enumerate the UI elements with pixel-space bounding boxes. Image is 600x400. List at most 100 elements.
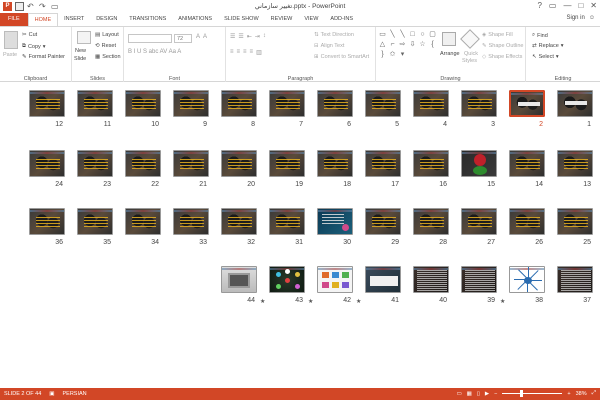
convert-smartart-button[interactable]: ⊞ Convert to SmartArt	[314, 54, 369, 60]
slide-sorter[interactable]: 1 2 3 4 5 6 7 8 9 10 11 12 13 14 15 16 17 18 19 20 21 22 23 24 2…	[0, 82, 600, 388]
arrange-icon[interactable]	[442, 32, 456, 46]
tab-file[interactable]: FILE	[0, 13, 28, 26]
slide-preview[interactable]	[29, 208, 65, 235]
slide-preview[interactable]	[365, 90, 401, 117]
paste-icon[interactable]	[4, 31, 18, 49]
slide-preview[interactable]	[173, 90, 209, 117]
slide-preview[interactable]	[269, 208, 305, 235]
format-painter-button[interactable]: ✎ Format Painter	[22, 54, 65, 60]
font-format-buttons[interactable]: B I U S abc AV Aa A	[128, 49, 181, 55]
rounded-rectangle-shape-icon[interactable]: ▢	[428, 30, 437, 39]
sign-in-link[interactable]: Sign in ☺	[567, 15, 596, 21]
reset-button[interactable]: ⟲ Reset	[95, 43, 116, 49]
cut-button[interactable]: ✂ Cut	[22, 32, 37, 38]
font-size-input[interactable]: 72	[174, 34, 192, 43]
slide-preview[interactable]	[557, 266, 593, 293]
quick-styles-button[interactable]: Quick	[464, 51, 478, 57]
shape-outline-button[interactable]: ✎ Shape Outline	[482, 43, 523, 49]
tab-home[interactable]: HOME	[27, 13, 59, 26]
brace-shape-icon[interactable]: }	[378, 50, 387, 59]
textbox-shape-icon[interactable]: ▭	[378, 30, 387, 39]
close-button[interactable]: ✕	[590, 1, 597, 10]
text-direction-button[interactable]: ⇅ Text Direction	[314, 32, 354, 38]
slide-preview[interactable]	[413, 90, 449, 117]
slide-preview[interactable]	[29, 150, 65, 177]
slide-preview[interactable]	[269, 150, 305, 177]
slide-preview[interactable]	[173, 208, 209, 235]
line-shape-icon[interactable]: ╲	[388, 30, 397, 39]
slide-preview[interactable]	[461, 208, 497, 235]
elbow-shape-icon[interactable]: ⌐	[388, 40, 397, 49]
select-button[interactable]: ↖ Select ▾	[532, 54, 559, 60]
tab-view[interactable]: VIEW	[298, 13, 324, 26]
new-slide-button-line2[interactable]: Slide	[74, 56, 86, 62]
reading-view-icon[interactable]: ▯	[477, 391, 480, 397]
animation-star-icon[interactable]: ★	[500, 298, 505, 305]
slide-preview[interactable]	[317, 150, 353, 177]
quick-styles-button-line2[interactable]: Styles	[462, 58, 477, 64]
fit-to-window-icon[interactable]: ⤢	[592, 390, 596, 397]
slide-preview[interactable]	[557, 150, 593, 177]
normal-view-icon[interactable]: ▭	[456, 391, 461, 397]
animation-star-icon[interactable]: ★	[308, 298, 313, 305]
arrow-shape-icon[interactable]: ⇨	[398, 40, 407, 49]
slide-preview[interactable]	[221, 90, 257, 117]
slide-preview[interactable]	[317, 266, 353, 293]
slide-preview[interactable]	[221, 266, 257, 293]
shape-fill-button[interactable]: ◈ Shape Fill	[482, 32, 513, 38]
slide-preview[interactable]	[365, 208, 401, 235]
shapes-gallery[interactable]: ▭ ╲ ╲ □ ○ ▢ △ ⌐ ⇨ ⇩ ☆{ } ✩ ▾	[378, 30, 436, 70]
slide-preview[interactable]	[125, 208, 161, 235]
animation-star-icon[interactable]: ★	[260, 298, 265, 305]
section-button[interactable]: ▦ Section	[95, 54, 121, 60]
slide-preview[interactable]	[269, 90, 305, 117]
slide-preview[interactable]	[509, 150, 545, 177]
slide-preview[interactable]	[317, 208, 353, 235]
slide-preview[interactable]	[508, 89, 546, 118]
slide-preview[interactable]	[461, 150, 497, 177]
slide-preview[interactable]	[413, 208, 449, 235]
star-shape-icon[interactable]: ✩	[388, 50, 397, 59]
slide-preview[interactable]	[125, 150, 161, 177]
zoom-out-button[interactable]: −	[494, 391, 497, 397]
slide-preview[interactable]	[557, 208, 593, 235]
paste-button[interactable]: Paste	[3, 52, 17, 58]
zoom-slider-thumb[interactable]	[520, 390, 524, 397]
tab-animations[interactable]: ANIMATIONS	[172, 13, 218, 26]
slide-preview[interactable]	[461, 90, 497, 117]
zoom-in-button[interactable]: +	[567, 391, 570, 397]
slide-preview[interactable]	[77, 90, 113, 117]
tab-add-ins[interactable]: ADD-INS	[324, 13, 359, 26]
tab-review[interactable]: REVIEW	[265, 13, 299, 26]
slide-sorter-view-icon[interactable]: ▦	[467, 391, 472, 397]
new-slide-button[interactable]: New	[75, 48, 86, 54]
tab-transitions[interactable]: TRANSITIONS	[123, 13, 172, 26]
slide-preview[interactable]	[269, 266, 305, 293]
slide-preview[interactable]	[77, 150, 113, 177]
maximize-button[interactable]: □	[578, 1, 583, 10]
slideshow-view-icon[interactable]: ▶	[485, 391, 489, 397]
copy-button[interactable]: ⧉ Copy ▾	[22, 43, 46, 50]
line-shape-icon[interactable]: ╲	[398, 30, 407, 39]
proofing-icon[interactable]: ▣	[49, 391, 54, 397]
slide-preview[interactable]	[221, 150, 257, 177]
help-button[interactable]: ?	[537, 1, 541, 10]
replace-button[interactable]: ⇄ Replace ▾	[532, 43, 564, 49]
slide-preview[interactable]	[413, 150, 449, 177]
down-arrow-shape-icon[interactable]: ⇩	[408, 40, 417, 49]
slide-preview[interactable]	[509, 266, 545, 293]
tab-design[interactable]: DESIGN	[90, 13, 123, 26]
language-indicator[interactable]: PERSIAN	[63, 391, 87, 397]
new-slide-icon[interactable]	[77, 31, 91, 44]
slide-preview[interactable]	[461, 266, 497, 293]
layout-button[interactable]: ▤ Layout	[95, 32, 119, 38]
brace-shape-icon[interactable]: {	[428, 40, 437, 49]
ribbon-display-button[interactable]: ▭	[549, 1, 557, 10]
shape-effects-button[interactable]: ◇ Shape Effects	[482, 54, 522, 60]
star-shape-icon[interactable]: ☆	[418, 40, 427, 49]
oval-shape-icon[interactable]: ○	[418, 30, 427, 39]
slide-preview[interactable]	[413, 266, 449, 293]
tab-insert[interactable]: INSERT	[58, 13, 90, 26]
slide-preview[interactable]	[557, 90, 593, 117]
find-button[interactable]: ⌕ Find	[532, 32, 548, 39]
